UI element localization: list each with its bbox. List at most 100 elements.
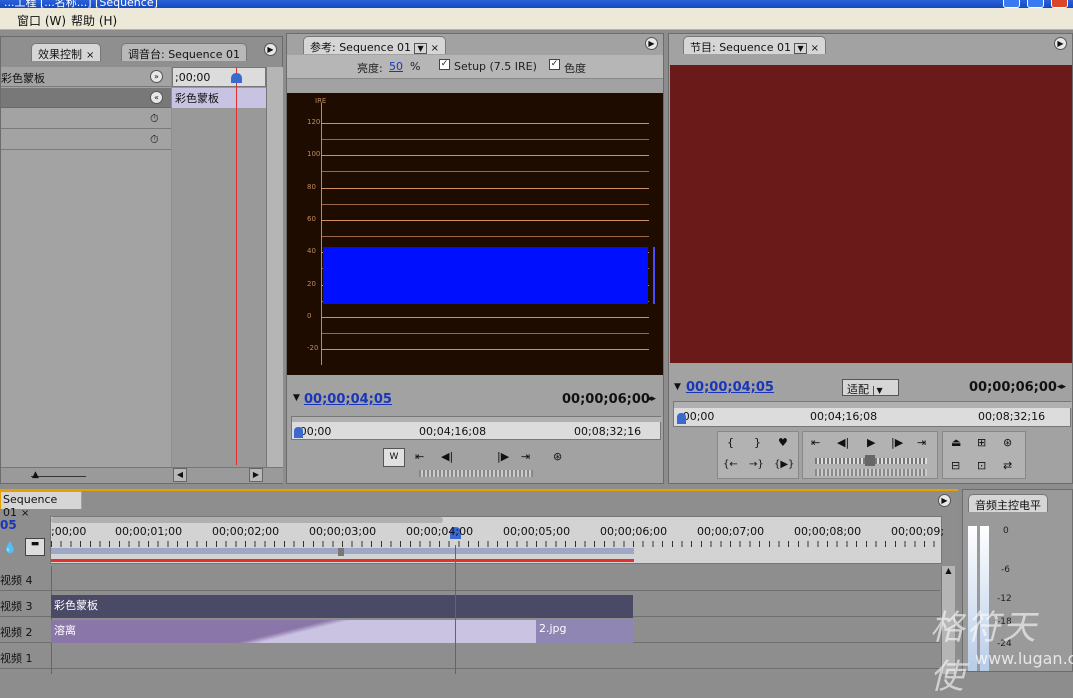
timeline-tracks: 视频 4 视频 3 视频 2 视频 1 彩色蒙板 溶离 2.jpg ▲ bbox=[0, 566, 955, 674]
track-label[interactable]: 视频 1 bbox=[0, 650, 33, 666]
gang-button[interactable]: W bbox=[383, 448, 405, 467]
close-icon[interactable]: × bbox=[86, 50, 94, 61]
program-ruler[interactable]: ;00;00 00;04;16;08 00;08;32;16 bbox=[673, 401, 1072, 427]
current-timecode[interactable]: 00;00;04;05 bbox=[304, 392, 392, 407]
clip-color-matte[interactable]: 彩色蒙板 bbox=[51, 595, 633, 618]
panel-menu-icon[interactable]: ▶ bbox=[645, 37, 658, 50]
minimize-button[interactable] bbox=[1003, 0, 1020, 8]
scope-tick-label: 100 bbox=[307, 150, 321, 159]
goto-out-point-icon[interactable]: →} bbox=[749, 459, 764, 470]
effect-row[interactable]: 彩色蒙板 bbox=[1, 67, 171, 87]
overlay-icon[interactable]: ⊡ bbox=[977, 459, 986, 472]
goto-out-icon[interactable]: ⇥ bbox=[521, 450, 530, 463]
arrow-icon[interactable]: ◂▸ bbox=[647, 394, 656, 404]
trim-icon[interactable]: ⊟ bbox=[951, 459, 960, 472]
track-label[interactable]: 视频 3 bbox=[0, 598, 33, 614]
tab-audio-mixer[interactable]: 调音台: Sequence 01 bbox=[121, 43, 247, 61]
dropdown-icon: ▼ bbox=[414, 43, 427, 54]
current-timecode[interactable]: 00;00;04;05 bbox=[686, 380, 774, 395]
output-icon[interactable]: ⊛ bbox=[1003, 436, 1012, 449]
goto-in-point-icon[interactable]: {← bbox=[723, 459, 738, 470]
set-in-icon[interactable]: { bbox=[727, 436, 734, 449]
effect-property-row[interactable] bbox=[1, 109, 171, 129]
scroll-left-button[interactable]: ◀ bbox=[173, 468, 187, 482]
zoom-slider[interactable] bbox=[31, 476, 86, 477]
clip-dissolve[interactable]: 溶离 bbox=[51, 620, 536, 643]
expand-icon[interactable]: « bbox=[150, 91, 163, 104]
track-label[interactable]: 视频 4 bbox=[0, 572, 33, 588]
set-out-icon[interactable]: } bbox=[754, 436, 761, 449]
zoom-scroll[interactable] bbox=[51, 517, 443, 523]
track-label[interactable]: 视频 2 bbox=[0, 624, 33, 640]
scroll-up-icon[interactable]: ▲ bbox=[942, 566, 955, 579]
close-icon[interactable]: × bbox=[431, 43, 439, 54]
play-in-to-out-icon[interactable]: {▶} bbox=[774, 459, 794, 470]
close-icon[interactable]: × bbox=[811, 43, 819, 54]
effects-ruler[interactable]: ;00;00 bbox=[172, 67, 266, 87]
goto-end-icon[interactable]: ⇥ bbox=[917, 436, 926, 449]
step-back-icon[interactable]: ◀| bbox=[837, 436, 849, 449]
jog-wheel[interactable] bbox=[815, 469, 927, 476]
setup-checkbox[interactable]: ✓ bbox=[439, 59, 450, 70]
menu-help[interactable]: 帮助 (H) bbox=[71, 12, 117, 29]
panel-menu-icon[interactable]: ▶ bbox=[264, 43, 277, 56]
brightness-value[interactable]: 50 bbox=[389, 60, 403, 73]
clip-jpg[interactable]: 2.jpg bbox=[536, 620, 633, 643]
goto-start-icon[interactable]: ⇤ bbox=[811, 436, 820, 449]
ruler-time-label: 00;00;08;00 bbox=[794, 525, 862, 538]
duration-timecode: 00;00;06;00 bbox=[969, 380, 1057, 395]
tab-sequence[interactable]: Sequence 01 × bbox=[0, 491, 82, 519]
ruler-time-label: 00;00;04;00 bbox=[406, 525, 474, 538]
effect-property-row[interactable] bbox=[1, 130, 171, 150]
playhead-handle[interactable] bbox=[677, 413, 686, 424]
shuttle-handle[interactable] bbox=[865, 455, 875, 466]
setup-label: Setup (7.5 IRE) bbox=[454, 60, 537, 73]
close-icon[interactable]: × bbox=[21, 508, 29, 519]
ruler-scroll[interactable] bbox=[292, 417, 662, 422]
step-back-icon[interactable]: ◀| bbox=[441, 450, 453, 463]
jog-wheel[interactable] bbox=[419, 470, 533, 477]
work-area-center-handle[interactable] bbox=[338, 548, 344, 556]
export-frame-icon[interactable]: ⇄ bbox=[1003, 459, 1012, 472]
playhead-handle[interactable] bbox=[231, 73, 242, 83]
menu-window[interactable]: 窗口 (W) bbox=[17, 12, 66, 29]
playhead-handle[interactable] bbox=[294, 427, 303, 438]
step-forward-icon[interactable]: |▶ bbox=[891, 436, 903, 449]
tab-effects-control[interactable]: 效果控制 × bbox=[31, 43, 102, 61]
step-forward-icon[interactable]: |▶ bbox=[497, 450, 509, 463]
lift-icon[interactable]: ⏏ bbox=[951, 436, 961, 449]
stopwatch-icon[interactable]: ⏱ bbox=[150, 133, 159, 147]
maximize-button[interactable] bbox=[1027, 0, 1044, 8]
edit-controls: ⏏ ⊞ ⊛ ⊟ ⊡ ⇄ bbox=[942, 431, 1026, 479]
extract-icon[interactable]: ⊞ bbox=[977, 436, 986, 449]
zoom-handle[interactable]: ▲ bbox=[32, 470, 39, 480]
meter-scale: -6 bbox=[1001, 565, 1010, 575]
reference-ruler[interactable]: ;00;00 00;04;16;08 00;08;32;16 bbox=[291, 416, 662, 440]
tab-audio-master[interactable]: 音频主控电平 bbox=[968, 494, 1048, 512]
goto-in-icon[interactable]: ⇤ bbox=[415, 450, 424, 463]
timeline-timecode[interactable]: 05 bbox=[0, 518, 17, 532]
panel-menu-icon[interactable]: ▶ bbox=[938, 494, 951, 507]
chroma-label: 色度 bbox=[564, 62, 586, 75]
effect-row-selected[interactable] bbox=[1, 88, 171, 108]
tab-reference[interactable]: 参考: Sequence 01 ▼ × bbox=[303, 36, 447, 54]
ruler-scroll[interactable] bbox=[674, 402, 1072, 408]
timeline-panel: Sequence 01 × ▶ 05 💧 ▬ ;00;00 00;00;01;00 0… bbox=[0, 489, 958, 674]
snap-icon[interactable]: 💧 bbox=[3, 541, 17, 554]
fit-select[interactable]: 适配 ▼ bbox=[842, 379, 899, 396]
play-icon[interactable]: ▶ bbox=[867, 436, 875, 449]
scroll-right-button[interactable]: ▶ bbox=[249, 468, 263, 482]
chroma-checkbox[interactable]: ✓ bbox=[549, 59, 560, 70]
collapse-icon[interactable]: » bbox=[150, 70, 163, 83]
close-window-button[interactable] bbox=[1051, 0, 1068, 8]
output-icon[interactable]: ⊛ bbox=[553, 450, 562, 463]
panel-menu-icon[interactable]: ▶ bbox=[1054, 37, 1067, 50]
effect-clip[interactable]: 彩色蒙板 bbox=[172, 88, 266, 108]
vertical-scrollbar[interactable] bbox=[266, 67, 283, 467]
arrow-icon[interactable]: ◂▸ bbox=[1057, 382, 1066, 392]
set-marker-icon[interactable]: ♥ bbox=[778, 436, 788, 449]
timeline-ruler[interactable]: ;00;00 00;00;01;00 00;00;02;00 00;00;03;00 0… bbox=[50, 516, 944, 564]
stopwatch-icon[interactable]: ⏱ bbox=[150, 112, 159, 126]
marker-button[interactable]: ▬ bbox=[25, 538, 45, 556]
tab-program[interactable]: 节目: Sequence 01 ▼ × bbox=[683, 36, 827, 54]
